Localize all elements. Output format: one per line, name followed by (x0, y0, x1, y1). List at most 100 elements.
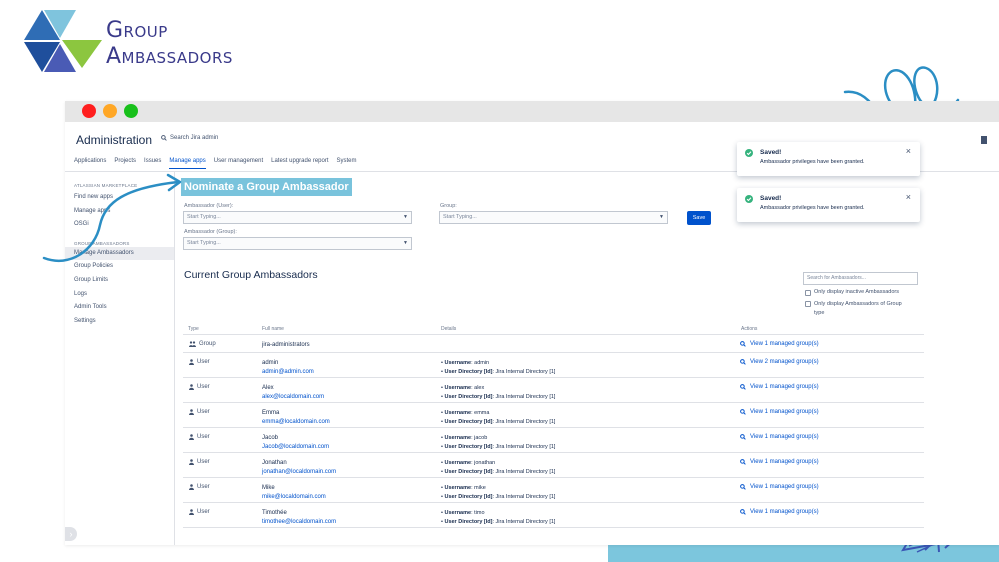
tab-projects[interactable]: Projects (114, 158, 136, 169)
row-email-link[interactable]: emma@localdomain.com (262, 418, 330, 427)
success-check-icon (745, 195, 753, 203)
row-username: emma (474, 410, 489, 416)
search-icon (740, 341, 746, 347)
sidebar-item-settings[interactable]: Settings (65, 315, 174, 329)
username-label: Username (444, 435, 471, 441)
group-select[interactable]: Start Typing... ▼ (439, 211, 668, 224)
view-managed-groups-label: View 1 managed group(s) (750, 509, 819, 515)
row-details: • Username: jonathan • User Directory [I… (441, 459, 555, 477)
search-ambassadors-input[interactable]: Search for Ambassadors... (803, 272, 918, 285)
tab-latest-upgrade-report[interactable]: Latest upgrade report (271, 158, 328, 169)
sidebar-item-logs[interactable]: Logs (65, 288, 174, 302)
table-row: User Emma emma@localdomain.com • Usernam… (183, 403, 924, 428)
row-details: • Username: timo • User Directory [Id]: … (441, 509, 555, 527)
directory-label: User Directory [Id] (444, 519, 492, 525)
user-icon (189, 459, 194, 465)
row-type: User (189, 409, 210, 415)
row-email-link[interactable]: alex@localdomain.com (262, 393, 324, 402)
row-full-name: Alex (262, 385, 274, 391)
tab-system[interactable]: System (337, 158, 357, 169)
tab-user-management[interactable]: User management (214, 158, 263, 169)
row-directory: Jira Internal Directory [1] (496, 519, 556, 525)
help-icon[interactable] (981, 136, 987, 144)
row-type: User (189, 484, 210, 490)
ambassador-group-placeholder: Start Typing... (187, 240, 221, 246)
view-managed-groups-link[interactable]: View 1 managed group(s) (740, 384, 819, 390)
view-managed-groups-link[interactable]: View 1 managed group(s) (740, 484, 819, 490)
save-button[interactable]: Save (687, 211, 711, 225)
row-full-name: admin (262, 360, 278, 366)
ambassador-user-placeholder: Start Typing... (187, 214, 221, 220)
minimize-window-button[interactable] (103, 104, 117, 118)
directory-label: User Directory [Id] (444, 469, 492, 475)
tab-applications[interactable]: Applications (74, 158, 106, 169)
view-managed-groups-link[interactable]: View 1 managed group(s) (740, 341, 819, 347)
toast-title: Saved! (760, 195, 781, 202)
row-email-link[interactable]: timothee@localdomain.com (262, 518, 336, 527)
username-label: Username (444, 385, 471, 391)
row-email-link[interactable]: mike@localdomain.com (262, 493, 326, 502)
view-managed-groups-label: View 1 managed group(s) (750, 341, 819, 347)
chevron-down-icon: ▼ (403, 212, 408, 223)
row-type-label: User (197, 384, 210, 390)
close-icon[interactable]: × (906, 192, 911, 202)
row-email-link[interactable]: Jacob@localdomain.com (262, 443, 329, 452)
sidebar-collapse-button[interactable]: › (65, 527, 77, 541)
row-email-link[interactable]: jonathan@localdomain.com (262, 468, 336, 477)
filter-inactive[interactable]: Only display inactive Ambassadors (805, 289, 899, 296)
row-type: User (189, 509, 210, 515)
search-jira-admin[interactable]: Search Jira admin (161, 135, 218, 141)
search-icon (740, 459, 746, 465)
ambassador-user-select[interactable]: Start Typing... ▼ (183, 211, 412, 224)
group-placeholder: Start Typing... (443, 214, 477, 220)
search-icon (740, 409, 746, 415)
nominate-title: Nominate a Group Ambassador (181, 178, 352, 196)
brand-name: Group Ambassadors (106, 18, 233, 70)
row-full-name: Jacob (262, 435, 278, 441)
view-managed-groups-link[interactable]: View 1 managed group(s) (740, 434, 819, 440)
tab-issues[interactable]: Issues (144, 158, 161, 169)
search-icon (161, 135, 167, 141)
toast-title: Saved! (760, 149, 781, 156)
user-icon (189, 484, 194, 490)
table-row: User Timothée timothee@localdomain.com •… (183, 503, 924, 528)
sidebar-item-group-limits[interactable]: Group Limits (65, 274, 174, 288)
row-type-label: Group (199, 341, 216, 347)
row-name: Mike mike@localdomain.com (262, 484, 326, 502)
filter-inactive-checkbox[interactable] (805, 290, 811, 296)
view-managed-groups-link[interactable]: View 1 managed group(s) (740, 509, 819, 515)
search-icon (740, 484, 746, 490)
search-icon (740, 359, 746, 365)
ambassador-group-select[interactable]: Start Typing... ▼ (183, 237, 412, 250)
view-managed-groups-link[interactable]: View 1 managed group(s) (740, 409, 819, 415)
sidebar-item-admin-tools[interactable]: Admin Tools (65, 301, 174, 315)
user-icon (189, 409, 194, 415)
close-window-button[interactable] (82, 104, 96, 118)
filter-group-type-label-line2: type (814, 310, 824, 316)
row-name: Jacob Jacob@localdomain.com (262, 434, 329, 452)
view-managed-groups-label: View 2 managed group(s) (750, 359, 819, 365)
view-managed-groups-label: View 1 managed group(s) (750, 409, 819, 415)
column-header-type: Type (188, 326, 199, 332)
filter-group-type-checkbox[interactable] (805, 301, 811, 307)
maximize-window-button[interactable] (124, 104, 138, 118)
success-toast: Saved! Ambassador privileges have been g… (737, 188, 920, 222)
view-managed-groups-link[interactable]: View 2 managed group(s) (740, 359, 819, 365)
group-ambassadors-logo (24, 10, 102, 74)
row-name: Emma emma@localdomain.com (262, 409, 330, 427)
search-icon (740, 434, 746, 440)
search-jira-admin-label: Search Jira admin (170, 135, 218, 141)
row-username: timo (474, 510, 484, 516)
filter-group-type[interactable]: Only display Ambassadors of Group type (805, 300, 902, 318)
view-managed-groups-link[interactable]: View 1 managed group(s) (740, 459, 819, 465)
filter-inactive-label: Only display inactive Ambassadors (814, 289, 899, 296)
row-type: User (189, 384, 210, 390)
toast-message: Ambassador privileges have been granted. (760, 205, 865, 211)
directory-label: User Directory [Id] (444, 419, 492, 425)
close-icon[interactable]: × (906, 146, 911, 156)
row-name: Jonathan jonathan@localdomain.com (262, 459, 336, 477)
tab-manage-apps[interactable]: Manage apps (169, 158, 205, 169)
row-type: Group (189, 341, 216, 347)
row-email-link[interactable]: admin@admin.com (262, 368, 314, 377)
table-row: User Jonathan jonathan@localdomain.com •… (183, 453, 924, 478)
